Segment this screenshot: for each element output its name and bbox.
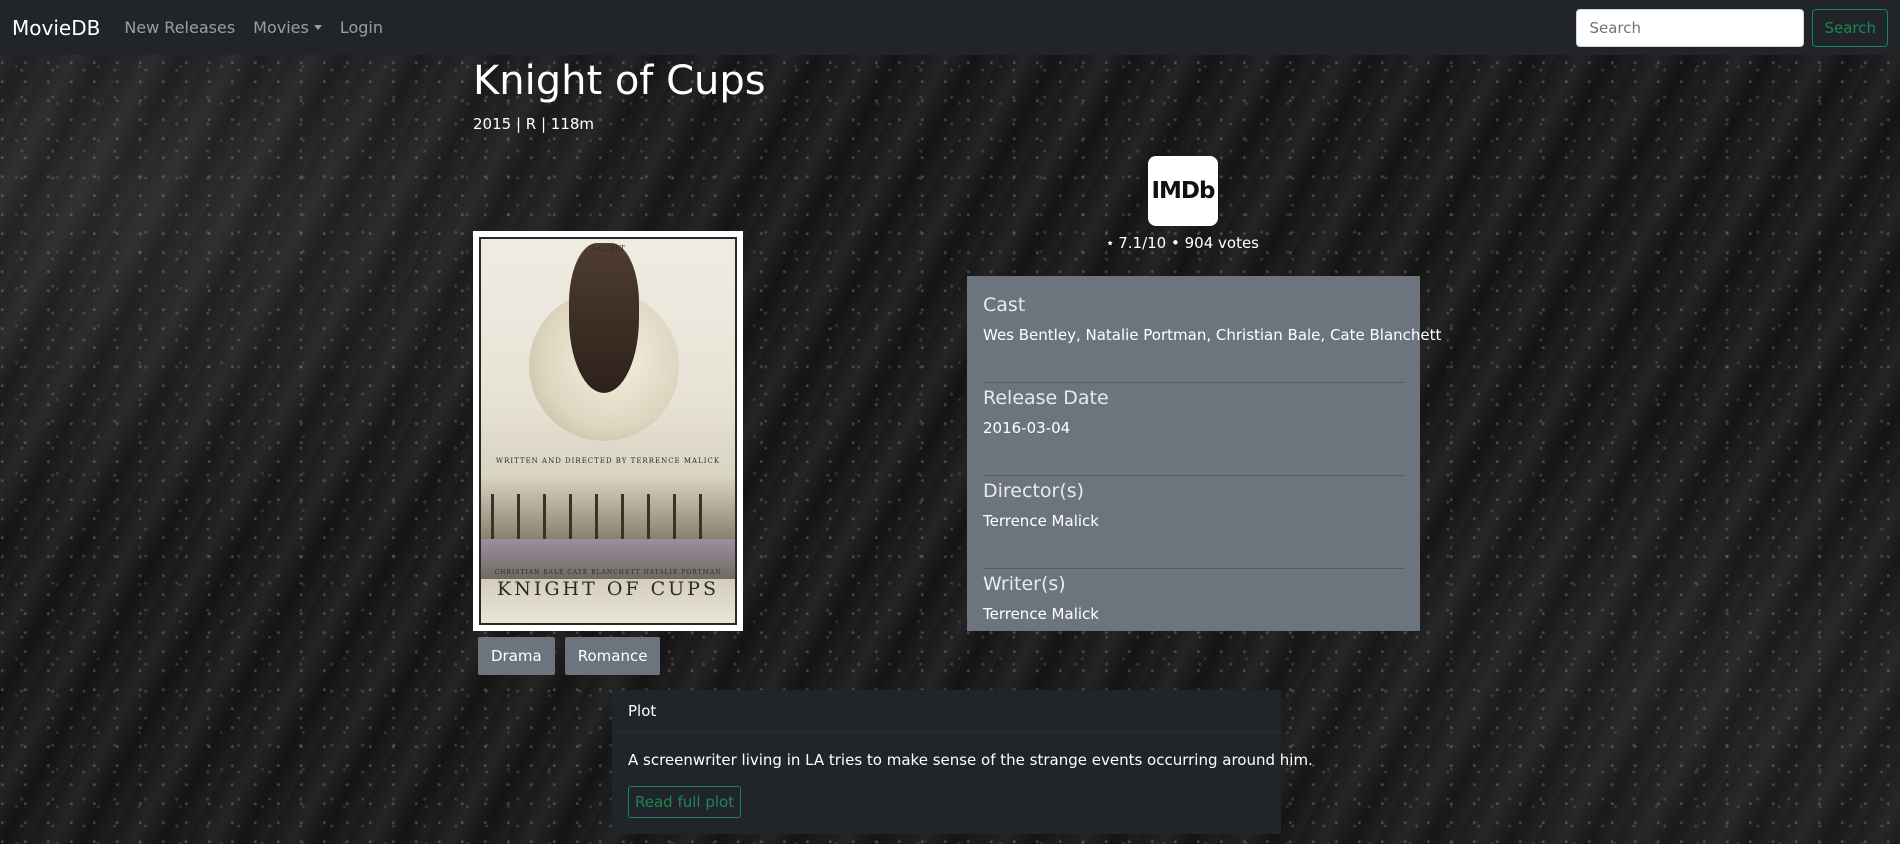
director-value: Terrence Malick [983, 512, 1099, 530]
search-input[interactable] [1576, 8, 1805, 47]
imdb-logo[interactable]: IMDb [1148, 156, 1218, 226]
rating-text: 7.1/10 • 904 votes [1118, 234, 1259, 252]
poster-title-text: KNIGHT OF CUPS [497, 578, 719, 600]
brand-logo[interactable]: MovieDB [12, 16, 100, 40]
plot-text: A screenwriter living in LA tries to mak… [628, 751, 1313, 769]
info-cast: Cast Wes Bentley, Natalie Portman, Chris… [983, 294, 1442, 383]
plot-card: Plot A screenwriter living in LA tries t… [612, 690, 1313, 834]
poster-top-text: A QUEST [591, 245, 625, 253]
movie-poster: A QUEST WRITTEN AND DIRECTED BY TERRENCE… [473, 231, 743, 631]
poster-art: A QUEST WRITTEN AND DIRECTED BY TERRENCE… [479, 237, 737, 625]
cast-heading: Cast [983, 294, 1026, 316]
caret-down-icon [313, 25, 322, 30]
nav-login[interactable]: Login [340, 18, 383, 37]
poster-credit-text: WRITTEN AND DIRECTED BY TERRENCE MALICK [495, 457, 721, 465]
star-icon [1107, 240, 1113, 246]
nav-movies-dropdown[interactable]: Movies [253, 18, 322, 37]
plot-header: Plot [612, 690, 1281, 733]
genre-badge-romance[interactable]: Romance [564, 637, 661, 675]
info-writers: Writer(s) Terrence Malick [983, 573, 1404, 662]
imdb-rating: 7.1/10 • 904 votes [1107, 234, 1259, 252]
nav-new-releases[interactable]: New Releases [124, 18, 235, 37]
info-release-date: Release Date 2016-03-04 [983, 387, 1404, 476]
release-heading: Release Date [983, 387, 1109, 409]
movie-title: Knight of Cups [473, 58, 766, 104]
cast-value: Wes Bentley, Natalie Portman, Christian … [983, 326, 1442, 344]
writer-value: Terrence Malick [983, 605, 1099, 623]
director-heading: Director(s) [983, 480, 1085, 502]
poster-figure [569, 243, 639, 393]
info-directors: Director(s) Terrence Malick [983, 480, 1404, 569]
genre-badge-drama[interactable]: Drama [478, 637, 555, 675]
nav-movies-label: Movies [253, 18, 309, 37]
search-button[interactable]: Search [1812, 8, 1888, 47]
genre-list: Drama Romance [478, 637, 661, 675]
imdb-logo-text: IMDb [1151, 178, 1215, 204]
movie-meta: 2015 | R | 118m [473, 115, 595, 133]
navbar: MovieDB New Releases Movies Login Search [0, 0, 1900, 55]
release-value: 2016-03-04 [983, 419, 1071, 437]
poster-cast-text: CHRISTIAN BALE CATE BLANCHETT NATALIE PO… [494, 569, 722, 576]
info-card: Cast Wes Bentley, Natalie Portman, Chris… [967, 276, 1442, 631]
read-full-plot-button[interactable]: Read full plot [628, 786, 742, 818]
writer-heading: Writer(s) [983, 573, 1066, 595]
